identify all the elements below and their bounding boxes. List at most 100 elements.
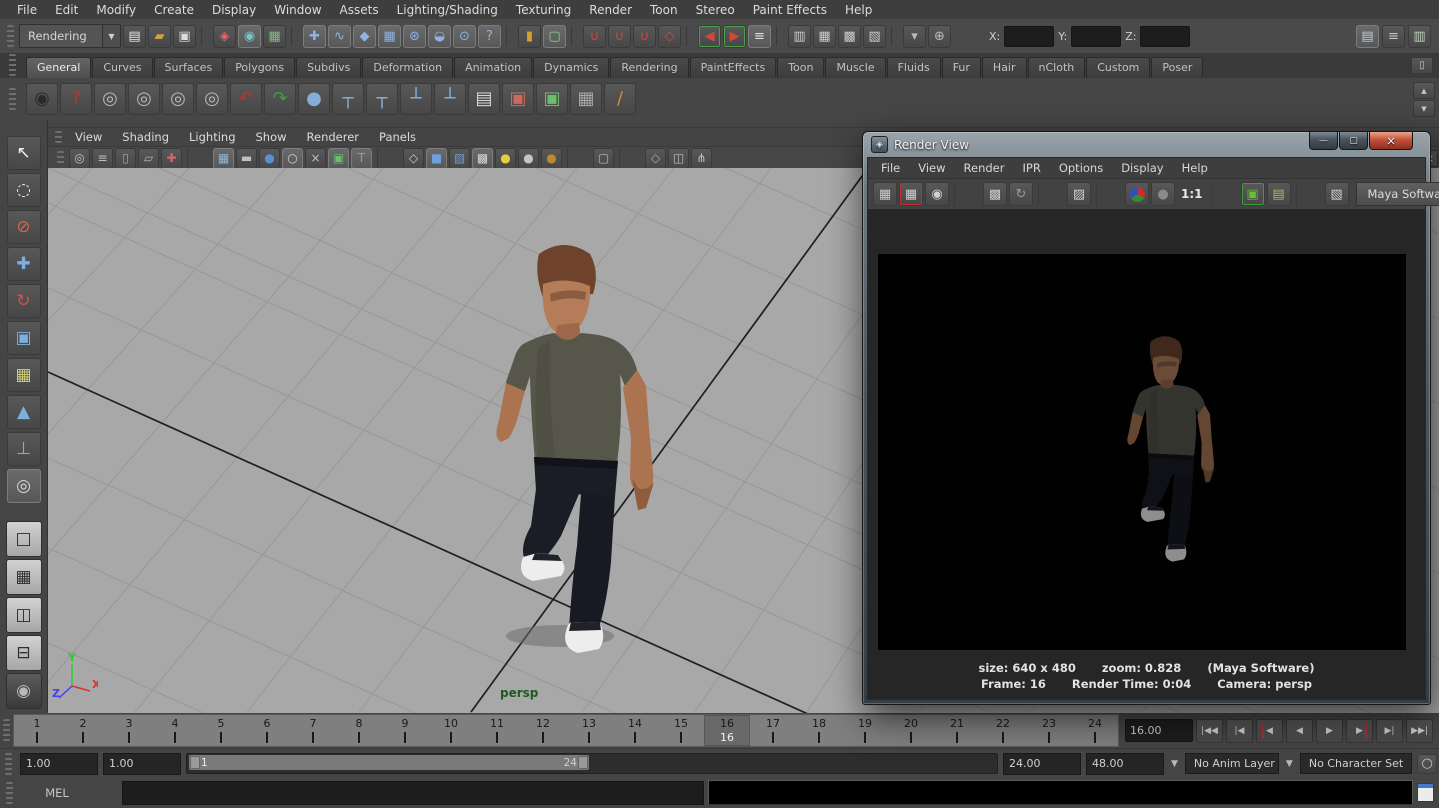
- timeline-frame-9[interactable]: 9: [382, 715, 428, 746]
- shelf-tab-poser[interactable]: Poser: [1151, 57, 1203, 78]
- snap-magnet-curve-icon[interactable]: ∪: [608, 25, 631, 48]
- shelf-tab-general[interactable]: General: [26, 57, 91, 78]
- new-scene-icon[interactable]: ▤: [123, 25, 146, 48]
- vp-menu-lighting[interactable]: Lighting: [179, 128, 245, 146]
- render-current-frame-icon[interactable]: ▦: [813, 25, 836, 48]
- lock-selection-icon[interactable]: ▮: [518, 25, 541, 48]
- menu-set-dropdown[interactable]: Rendering ▼: [19, 24, 121, 48]
- playback-start-field[interactable]: [20, 753, 98, 775]
- output-connections-icon[interactable]: ▶: [723, 25, 746, 48]
- smooth-shade-icon[interactable]: ■: [426, 148, 447, 169]
- align-objects-icon[interactable]: ▦: [570, 83, 602, 115]
- image-plane-icon[interactable]: ▱: [138, 148, 159, 169]
- mel-toggle[interactable]: MEL: [38, 786, 76, 800]
- snap-curve-icon[interactable]: ∿: [328, 25, 351, 48]
- highlight-selection-icon[interactable]: ▢: [543, 25, 566, 48]
- alpha-channel-icon[interactable]: ●: [1151, 182, 1175, 206]
- shelf-tab-toon[interactable]: Toon: [777, 57, 824, 78]
- camera-zoom-icon[interactable]: ◎: [196, 83, 228, 115]
- menu-modify[interactable]: Modify: [87, 1, 145, 19]
- four-pane-layout-button[interactable]: ▦: [6, 559, 42, 595]
- timeline-grip[interactable]: [3, 719, 10, 741]
- timeline-frame-20[interactable]: 20: [888, 715, 934, 746]
- timeline-frame-7[interactable]: 7: [290, 715, 336, 746]
- vp-menu-panels[interactable]: Panels: [369, 128, 426, 146]
- universal-manipulator-tool[interactable]: ▦: [7, 358, 41, 392]
- step-forward-key-button[interactable]: ▶: [1346, 719, 1373, 743]
- attribute-editor-icon[interactable]: ▤: [1356, 25, 1379, 48]
- timeline-frame-15[interactable]: 15: [658, 715, 704, 746]
- move-tool[interactable]: ✚: [7, 247, 41, 281]
- shelf-tab-fluids[interactable]: Fluids: [887, 57, 941, 78]
- maya-logo-button[interactable]: ◉: [6, 673, 42, 709]
- shelf-grip[interactable]: [9, 88, 16, 110]
- timeline-frame-12[interactable]: 12: [520, 715, 566, 746]
- projector-icon[interactable]: ◉: [26, 83, 58, 115]
- rv-menu-options[interactable]: Options: [1050, 159, 1112, 177]
- shelf-scroll-up-button[interactable]: ▲: [1413, 82, 1435, 99]
- menu-stereo[interactable]: Stereo: [687, 1, 744, 19]
- command-line-grip[interactable]: [6, 782, 13, 804]
- timeline-frame-2[interactable]: 2: [60, 715, 106, 746]
- lasso-select-tool[interactable]: ◌: [7, 173, 41, 207]
- group-icon[interactable]: ┬: [332, 83, 364, 115]
- timeline-frame-23[interactable]: 23: [1026, 715, 1072, 746]
- range-slider-bar[interactable]: 1 24: [189, 755, 589, 770]
- resolution-gate-icon[interactable]: ●: [259, 148, 280, 169]
- step-back-key-button[interactable]: ◀: [1256, 719, 1283, 743]
- safe-title-icon[interactable]: T: [351, 148, 372, 169]
- x-coord-input[interactable]: [1004, 26, 1054, 47]
- shelf-tab-hair[interactable]: Hair: [982, 57, 1027, 78]
- selection-mask-icon[interactable]: ⊕: [928, 25, 951, 48]
- menu-display[interactable]: Display: [203, 1, 265, 19]
- timeline-frame-1[interactable]: 1: [14, 715, 60, 746]
- timeline-frame-10[interactable]: 10: [428, 715, 474, 746]
- timeline-frame-8[interactable]: 8: [336, 715, 382, 746]
- play-backwards-button[interactable]: ◀: [1286, 719, 1313, 743]
- chevron-down-icon[interactable]: ▼: [1284, 759, 1295, 769]
- play-forwards-button[interactable]: ▶: [1316, 719, 1343, 743]
- open-render-settings-icon[interactable]: ▧: [1325, 182, 1349, 206]
- select-tool[interactable]: ↖: [7, 136, 41, 170]
- menu-file[interactable]: File: [8, 1, 46, 19]
- snap-magnet-plane-icon[interactable]: ◇: [658, 25, 681, 48]
- chevron-down-icon[interactable]: ▼: [102, 25, 120, 47]
- timeline-frame-17[interactable]: 17: [750, 715, 796, 746]
- rgb-channels-icon[interactable]: [1125, 182, 1149, 206]
- menu-texturing[interactable]: Texturing: [507, 1, 580, 19]
- shelf-tab-custom[interactable]: Custom: [1086, 57, 1150, 78]
- shelf-tab-ncloth[interactable]: nCloth: [1028, 57, 1086, 78]
- shelf-tab-surfaces[interactable]: Surfaces: [154, 57, 224, 78]
- scale-tool[interactable]: ▣: [7, 321, 41, 355]
- ipr-render-icon[interactable]: ▩: [983, 182, 1007, 206]
- vp-menu-shading[interactable]: Shading: [112, 128, 179, 146]
- selection-mask-dropdown-icon[interactable]: ▾: [903, 25, 926, 48]
- shelf-tab-deformation[interactable]: Deformation: [362, 57, 453, 78]
- gate-mask-icon[interactable]: ○: [282, 148, 303, 169]
- render-region-icon[interactable]: ▨: [1067, 182, 1091, 206]
- vp-menu-renderer[interactable]: Renderer: [297, 128, 370, 146]
- select-object-icon[interactable]: ◉: [238, 25, 261, 48]
- timeline-frame-21[interactable]: 21: [934, 715, 980, 746]
- redo-icon[interactable]: ↷: [264, 83, 296, 115]
- rv-menu-ipr[interactable]: IPR: [1014, 159, 1050, 177]
- time-slider[interactable]: 1234567891011121314151616171819202122232…: [13, 714, 1119, 747]
- rendered-image[interactable]: [878, 254, 1406, 650]
- parent-icon[interactable]: ┬: [366, 83, 398, 115]
- timeline-frame-19[interactable]: 19: [842, 715, 888, 746]
- open-scene-icon[interactable]: ▰: [148, 25, 171, 48]
- bookmarks-icon[interactable]: ▯: [115, 148, 136, 169]
- rv-menu-file[interactable]: File: [872, 159, 909, 177]
- camera-track-icon[interactable]: ◎: [128, 83, 160, 115]
- step-back-frame-button[interactable]: |◀: [1226, 719, 1253, 743]
- axis-move-icon[interactable]: ✚: [161, 148, 182, 169]
- xray-icon[interactable]: ◫: [668, 148, 689, 169]
- playback-end-field[interactable]: [1003, 753, 1081, 775]
- shelf-tabs-grip[interactable]: [9, 54, 16, 76]
- timeline-frame-18[interactable]: 18: [796, 715, 842, 746]
- render-current-frame-icon[interactable]: ▦: [873, 182, 897, 206]
- shelf-tab-painteffects[interactable]: PaintEffects: [690, 57, 777, 78]
- rv-menu-help[interactable]: Help: [1173, 159, 1217, 177]
- animation-start-field[interactable]: [103, 753, 181, 775]
- snap-together-icon[interactable]: ◒: [428, 25, 451, 48]
